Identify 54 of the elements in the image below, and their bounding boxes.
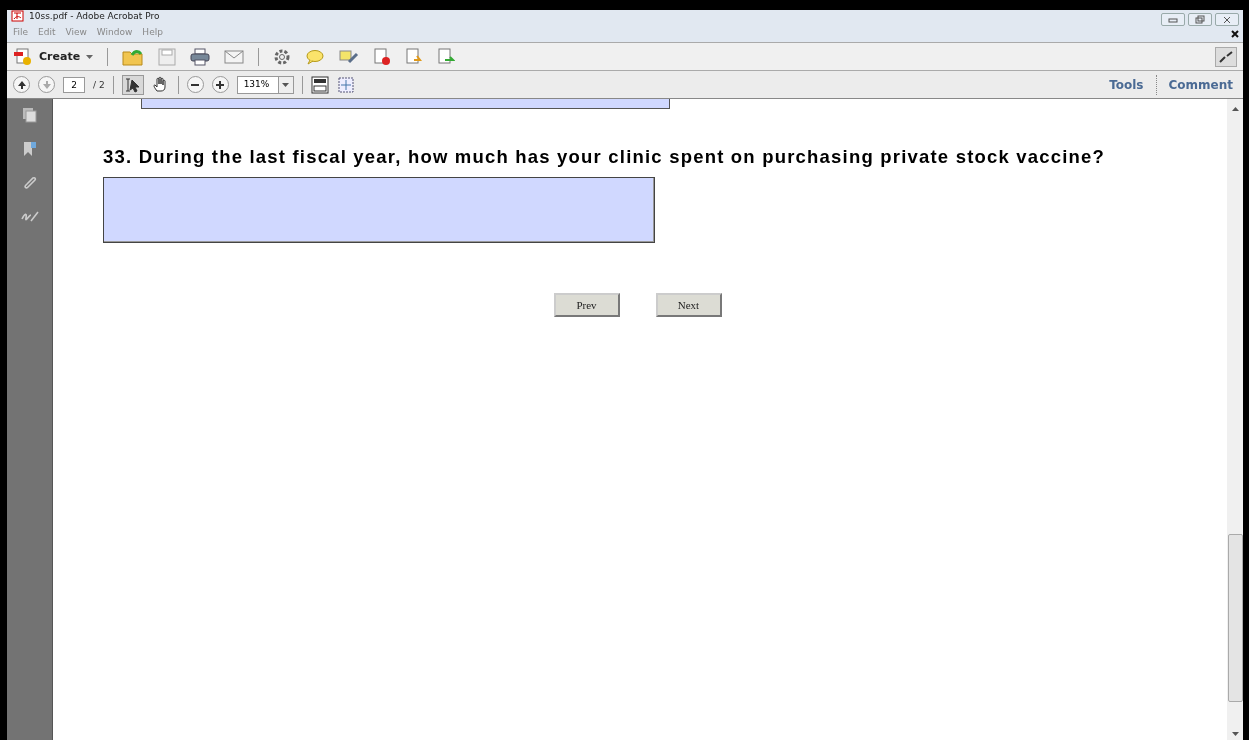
menu-item[interactable]: File [13,26,29,37]
previous-page-button[interactable] [13,76,30,93]
zoom-dropdown[interactable]: 131% [236,75,294,94]
restore-button[interactable] [1188,13,1212,26]
up-arrow-icon [16,79,27,90]
form-button[interactable]: Prev [553,293,620,317]
pdf-icon [11,9,24,22]
zoom-in-button[interactable] [211,76,229,93]
document-arrow-icon[interactable] [405,47,424,66]
pages-icon[interactable] [21,107,38,123]
zoom-out-button[interactable] [186,76,204,93]
scroll-down-icon[interactable] [1231,732,1239,736]
window-title: 10ss.pdf - Adobe Acrobat Pro [29,10,160,21]
menu-item[interactable]: View [65,26,87,37]
pane-tab[interactable]: Comment [1164,77,1237,92]
create-button[interactable]: Create [13,47,94,66]
previous-answer-field[interactable] [141,99,670,109]
gear-icon[interactable] [273,47,292,66]
caret-icon [86,54,94,59]
answer-field[interactable] [103,177,655,243]
close-icon [1222,15,1232,24]
fit-page-icon[interactable] [310,75,329,94]
select-tool-button[interactable] [121,74,144,95]
folder-icon[interactable] [122,47,145,66]
expand-button[interactable] [1215,46,1237,67]
signature-icon[interactable] [20,209,39,223]
next-page-button[interactable] [38,76,55,93]
down-arrow-icon [41,79,52,90]
close-button[interactable] [1215,13,1239,26]
form-button[interactable]: Next [655,293,722,317]
page-count: / 2 [93,79,105,90]
scrollbar[interactable] [1227,99,1243,740]
page-number-field[interactable]: 2 [63,76,85,93]
paperclip-icon[interactable] [21,175,38,191]
pane-tab[interactable]: Tools [1105,77,1148,92]
menu-item[interactable]: Window [96,26,133,37]
plus-icon [215,79,226,90]
document-export-icon[interactable] [437,47,456,66]
caret-icon [282,82,290,87]
mail-icon[interactable] [224,49,245,64]
bookmark-icon[interactable] [21,141,38,157]
print-icon[interactable] [190,47,211,66]
restore-icon [1195,15,1205,24]
question-text: 33. During the last fiscal year, how much has your clinic spent on purchasing private stock vaccine? [103,145,1107,169]
close-icon[interactable] [1231,30,1239,38]
scroll-up-icon[interactable] [1231,107,1239,111]
scrollbar-thumb[interactable] [1227,534,1243,702]
create-document-icon [13,47,33,66]
menu-item[interactable]: Help [142,26,163,37]
document-delete-icon[interactable] [373,47,392,66]
zoom-value: 131% [242,77,271,91]
minimize-icon [1168,16,1178,23]
menu-item[interactable]: Edit [38,26,56,37]
highlighter-icon[interactable] [339,48,360,65]
